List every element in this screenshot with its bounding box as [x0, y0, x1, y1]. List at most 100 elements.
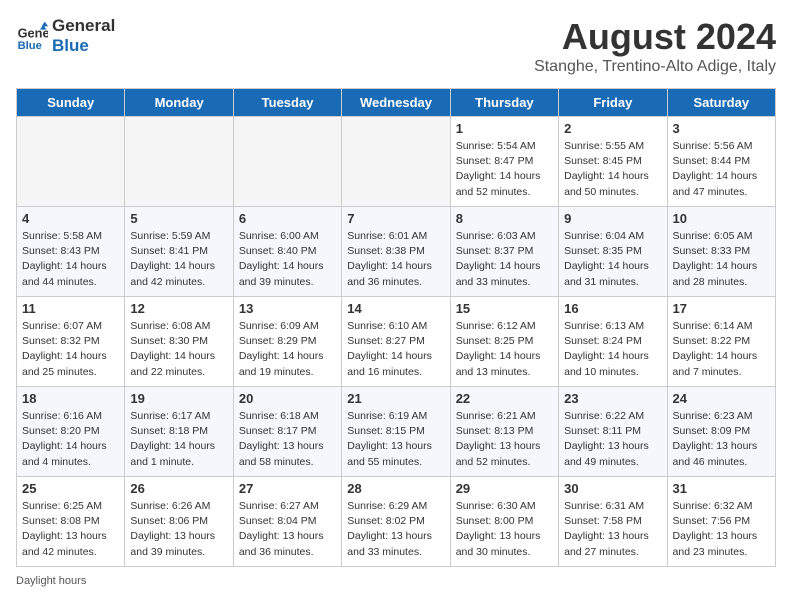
page-header: General Blue General Blue August 2024 St… — [16, 16, 776, 76]
day-number: 19 — [130, 391, 227, 406]
calendar-cell: 30 Sunrise: 6:31 AM Sunset: 7:58 PM Dayli… — [559, 477, 667, 567]
day-info: Sunrise: 6:08 AM Sunset: 8:30 PM Dayligh… — [130, 319, 227, 380]
day-info: Sunrise: 5:55 AM Sunset: 8:45 PM Dayligh… — [564, 139, 661, 200]
calendar-cell — [17, 117, 125, 207]
day-number: 1 — [456, 121, 553, 136]
calendar-cell: 14 Sunrise: 6:10 AM Sunset: 8:27 PM Dayli… — [342, 297, 450, 387]
day-number: 23 — [564, 391, 661, 406]
logo-icon: General Blue — [16, 20, 48, 52]
day-number: 11 — [22, 301, 119, 316]
calendar-cell: 24Sunrise: 6:23 AM Sunset: 8:09 PM Dayli… — [667, 387, 775, 477]
calendar-cell: 27Sunrise: 6:27 AM Sunset: 8:04 PM Dayli… — [233, 477, 341, 567]
calendar-cell: 9Sunrise: 6:04 AM Sunset: 8:35 PM Daylig… — [559, 207, 667, 297]
calendar-cell: 16Sunrise: 6:13 AM Sunset: 8:24 PM Dayli… — [559, 297, 667, 387]
day-number: 22 — [456, 391, 553, 406]
calendar-cell: 19 Sunrise: 6:17 AM Sunset: 8:18 PM Dayli… — [125, 387, 233, 477]
weekday-header-sunday: Sunday — [17, 89, 125, 117]
day-info: Sunrise: 6:16 AM Sunset: 8:20 PM Dayligh… — [22, 409, 119, 470]
calendar-cell: 7 Sunrise: 6:01 AM Sunset: 8:38 PM Daylig… — [342, 207, 450, 297]
day-info: Sunrise: 6:03 AM Sunset: 8:37 PM Dayligh… — [456, 229, 553, 290]
footer-note: Daylight hours — [16, 575, 776, 587]
calendar-cell: 25Sunrise: 6:25 AM Sunset: 8:08 PM Dayli… — [17, 477, 125, 567]
day-info: Sunrise: 6:32 AM Sunset: 7:56 PM Dayligh… — [673, 499, 770, 560]
day-number: 2 — [564, 121, 661, 136]
day-info: Sunrise: 6:05 AM Sunset: 8:33 PM Dayligh… — [673, 229, 770, 290]
calendar-cell: 6 Sunrise: 6:00 AM Sunset: 8:40 PM Daylig… — [233, 207, 341, 297]
calendar-cell: 10Sunrise: 6:05 AM Sunset: 8:33 PM Dayli… — [667, 207, 775, 297]
weekday-header-thursday: Thursday — [450, 89, 558, 117]
weekday-header-monday: Monday — [125, 89, 233, 117]
calendar-cell: 1 Sunrise: 5:54 AM Sunset: 8:47 PM Daylig… — [450, 117, 558, 207]
calendar-cell: 21Sunrise: 6:19 AM Sunset: 8:15 PM Dayli… — [342, 387, 450, 477]
day-number: 17 — [673, 301, 770, 316]
calendar-cell: 26Sunrise: 6:26 AM Sunset: 8:06 PM Dayli… — [125, 477, 233, 567]
svg-text:Blue: Blue — [18, 39, 42, 51]
calendar-header-row: SundayMondayTuesdayWednesdayThursdayFrid… — [17, 89, 776, 117]
calendar-cell: 29 Sunrise: 6:30 AM Sunset: 8:00 PM Dayli… — [450, 477, 558, 567]
calendar-week-5: 25Sunrise: 6:25 AM Sunset: 8:08 PM Dayli… — [17, 477, 776, 567]
calendar-cell: 18 Sunrise: 6:16 AM Sunset: 8:20 PM Dayli… — [17, 387, 125, 477]
day-info: Sunrise: 6:19 AM Sunset: 8:15 PM Dayligh… — [347, 409, 444, 470]
calendar-cell: 12 Sunrise: 6:08 AM Sunset: 8:30 PM Dayli… — [125, 297, 233, 387]
calendar-cell — [342, 117, 450, 207]
calendar-cell: 3 Sunrise: 5:56 AM Sunset: 8:44 PM Daylig… — [667, 117, 775, 207]
day-info: Sunrise: 6:12 AM Sunset: 8:25 PM Dayligh… — [456, 319, 553, 380]
calendar-cell: 20 Sunrise: 6:18 AM Sunset: 8:17 PM Dayli… — [233, 387, 341, 477]
calendar-cell: 4 Sunrise: 5:58 AM Sunset: 8:43 PM Daylig… — [17, 207, 125, 297]
calendar-cell: 28Sunrise: 6:29 AM Sunset: 8:02 PM Dayli… — [342, 477, 450, 567]
day-info: Sunrise: 5:59 AM Sunset: 8:41 PM Dayligh… — [130, 229, 227, 290]
calendar-week-1: 1 Sunrise: 5:54 AM Sunset: 8:47 PM Daylig… — [17, 117, 776, 207]
day-number: 31 — [673, 481, 770, 496]
day-info: Sunrise: 6:01 AM Sunset: 8:38 PM Dayligh… — [347, 229, 444, 290]
day-number: 7 — [347, 211, 444, 226]
calendar-cell: 5 Sunrise: 5:59 AM Sunset: 8:41 PM Daylig… — [125, 207, 233, 297]
calendar-cell: 8 Sunrise: 6:03 AM Sunset: 8:37 PM Daylig… — [450, 207, 558, 297]
day-number: 3 — [673, 121, 770, 136]
day-number: 12 — [130, 301, 227, 316]
logo: General Blue General Blue — [16, 16, 115, 55]
day-info: Sunrise: 6:07 AM Sunset: 8:32 PM Dayligh… — [22, 319, 119, 380]
day-number: 4 — [22, 211, 119, 226]
day-info: Sunrise: 6:30 AM Sunset: 8:00 PM Dayligh… — [456, 499, 553, 560]
day-info: Sunrise: 5:58 AM Sunset: 8:43 PM Dayligh… — [22, 229, 119, 290]
calendar-cell: 22 Sunrise: 6:21 AM Sunset: 8:13 PM Dayli… — [450, 387, 558, 477]
day-number: 5 — [130, 211, 227, 226]
weekday-header-friday: Friday — [559, 89, 667, 117]
day-number: 20 — [239, 391, 336, 406]
day-number: 29 — [456, 481, 553, 496]
day-info: Sunrise: 6:17 AM Sunset: 8:18 PM Dayligh… — [130, 409, 227, 470]
logo-line2: Blue — [52, 36, 115, 56]
calendar-week-4: 18 Sunrise: 6:16 AM Sunset: 8:20 PM Dayli… — [17, 387, 776, 477]
calendar-cell: 2 Sunrise: 5:55 AM Sunset: 8:45 PM Daylig… — [559, 117, 667, 207]
day-info: Sunrise: 6:27 AM Sunset: 8:04 PM Dayligh… — [239, 499, 336, 560]
day-info: Sunrise: 6:31 AM Sunset: 7:58 PM Dayligh… — [564, 499, 661, 560]
day-number: 18 — [22, 391, 119, 406]
logo-line1: General — [52, 16, 115, 36]
title-block: August 2024 Stanghe, Trentino-Alto Adige… — [534, 16, 776, 76]
calendar-table: SundayMondayTuesdayWednesdayThursdayFrid… — [16, 88, 776, 567]
calendar-cell: 11 Sunrise: 6:07 AM Sunset: 8:32 PM Dayli… — [17, 297, 125, 387]
day-info: Sunrise: 6:26 AM Sunset: 8:06 PM Dayligh… — [130, 499, 227, 560]
day-info: Sunrise: 6:10 AM Sunset: 8:27 PM Dayligh… — [347, 319, 444, 380]
day-info: Sunrise: 6:21 AM Sunset: 8:13 PM Dayligh… — [456, 409, 553, 470]
day-number: 8 — [456, 211, 553, 226]
weekday-header-wednesday: Wednesday — [342, 89, 450, 117]
day-info: Sunrise: 5:56 AM Sunset: 8:44 PM Dayligh… — [673, 139, 770, 200]
day-number: 30 — [564, 481, 661, 496]
day-info: Sunrise: 6:13 AM Sunset: 8:24 PM Dayligh… — [564, 319, 661, 380]
day-number: 14 — [347, 301, 444, 316]
day-info: Sunrise: 6:22 AM Sunset: 8:11 PM Dayligh… — [564, 409, 661, 470]
day-number: 13 — [239, 301, 336, 316]
day-info: Sunrise: 6:09 AM Sunset: 8:29 PM Dayligh… — [239, 319, 336, 380]
day-number: 9 — [564, 211, 661, 226]
day-info: Sunrise: 6:18 AM Sunset: 8:17 PM Dayligh… — [239, 409, 336, 470]
calendar-cell: 17Sunrise: 6:14 AM Sunset: 8:22 PM Dayli… — [667, 297, 775, 387]
location-subtitle: Stanghe, Trentino-Alto Adige, Italy — [534, 58, 776, 76]
day-info: Sunrise: 6:29 AM Sunset: 8:02 PM Dayligh… — [347, 499, 444, 560]
day-info: Sunrise: 5:54 AM Sunset: 8:47 PM Dayligh… — [456, 139, 553, 200]
calendar-week-3: 11 Sunrise: 6:07 AM Sunset: 8:32 PM Dayli… — [17, 297, 776, 387]
month-title: August 2024 — [534, 16, 776, 58]
day-info: Sunrise: 6:00 AM Sunset: 8:40 PM Dayligh… — [239, 229, 336, 290]
day-number: 6 — [239, 211, 336, 226]
calendar-body: 1 Sunrise: 5:54 AM Sunset: 8:47 PM Daylig… — [17, 117, 776, 567]
